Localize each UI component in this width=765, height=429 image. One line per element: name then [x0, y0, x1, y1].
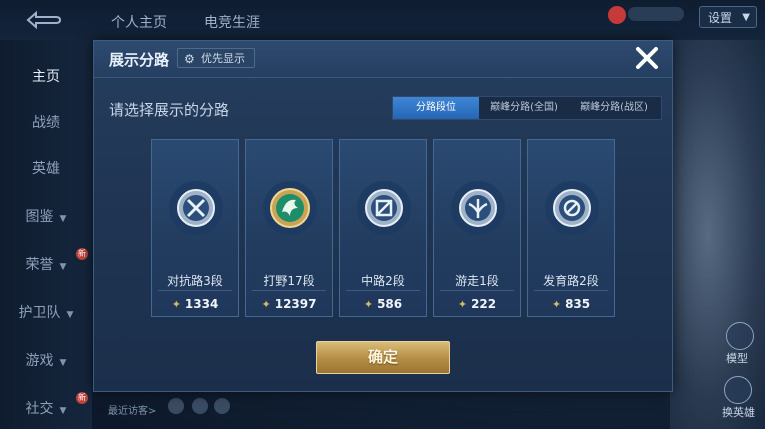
swap-hero-label[interactable]: 换英雄 [722, 404, 755, 420]
notification-pill[interactable] [628, 7, 684, 21]
score-icon: ✦ [363, 298, 374, 311]
tab-label: 巅峰分路(全国) [490, 102, 558, 113]
score-icon: ✦ [171, 298, 181, 311]
avatar[interactable] [608, 6, 626, 24]
lane-card[interactable]: 游走1段 ✦ 222 [433, 139, 521, 317]
gear-icon: ⚙ [184, 52, 195, 66]
lane-rank: 发育路2段 [543, 274, 599, 288]
chevron-down-icon: ▼ [742, 12, 750, 23]
sidebar-item-label: 社交 [25, 401, 54, 417]
tab-peak-region[interactable]: 巅峰分路(战区) [569, 97, 659, 119]
dialog-header: 展示分路 ⚙ 优先显示 [94, 41, 672, 78]
tab-personal-home[interactable]: 个人主页 [111, 12, 167, 32]
score-value: 1334 [184, 297, 219, 311]
lane-score: ✦ 12397 [246, 297, 332, 311]
confirm-button[interactable]: 确定 [316, 341, 450, 374]
back-arrow-icon[interactable] [22, 10, 64, 30]
divider [534, 290, 608, 291]
divider [252, 290, 326, 291]
sidebar-item-label: 游戏 [25, 353, 54, 369]
farm-lane-emblem-icon [545, 181, 599, 235]
sidebar-item[interactable]: 英雄 [0, 158, 92, 178]
lane-card[interactable]: 中路2段 ✦ 586 [339, 139, 427, 317]
lane-display-dialog: 展示分路 ⚙ 优先显示 请选择展示的分路 分路段位 巅峰分路(全国) 巅峰分路(… [93, 40, 673, 392]
sidebar-item[interactable]: 护卫队 ▼ [0, 302, 92, 322]
visitor-avatar[interactable] [168, 398, 184, 414]
chevron-down-icon: ▼ [66, 310, 74, 320]
score-value: 586 [377, 297, 403, 311]
lane-card[interactable]: 发育路2段 ✦ 835 [527, 139, 615, 317]
swap-hero-icon[interactable] [724, 376, 752, 404]
lane-score: ✦ 835 [528, 297, 614, 311]
model-icon[interactable] [726, 322, 754, 350]
new-badge: 新 [76, 248, 88, 260]
chevron-down-icon: ▼ [59, 406, 67, 416]
tab-esports-career[interactable]: 电竞生涯 [204, 12, 260, 32]
chevron-down-icon: ▼ [59, 262, 67, 272]
tab-lane-rank[interactable]: 分路段位 [393, 97, 479, 119]
visitor-avatar[interactable] [214, 398, 230, 414]
tab-label: 巅峰分路(战区) [580, 102, 648, 113]
sidebar-item-label: 图鉴 [25, 209, 54, 225]
new-badge: 新 [76, 392, 88, 404]
settings-button[interactable]: 设置 ▼ [699, 6, 757, 28]
chevron-down-icon: ▼ [59, 214, 67, 224]
sidebar [0, 40, 92, 429]
sidebar-item[interactable]: 图鉴 ▼ [0, 206, 92, 226]
priority-display-button[interactable]: ⚙ 优先显示 [177, 48, 255, 68]
jungle-emblem-icon [263, 181, 317, 235]
sidebar-item[interactable]: 战绩 [0, 112, 92, 132]
sidebar-item[interactable]: 荣誉 ▼ 新 [0, 248, 92, 274]
sidebar-item-label: 荣誉 [25, 257, 54, 273]
lane-tabs: 分路段位 巅峰分路(全国) 巅峰分路(战区) [392, 96, 662, 120]
hero-preview [670, 40, 765, 429]
lane-rank: 对抗路3段 [167, 274, 223, 288]
score-value: 12397 [274, 297, 317, 311]
sidebar-item-label: 护卫队 [18, 305, 61, 321]
lane-score: ✦ 586 [340, 297, 426, 311]
divider [440, 290, 514, 291]
dialog-title: 展示分路 [109, 51, 170, 69]
score-value: 835 [565, 297, 591, 311]
score-icon: ✦ [551, 298, 562, 311]
score-icon: ✦ [457, 298, 468, 311]
priority-display-label: 优先显示 [201, 52, 245, 65]
sidebar-item-label: 英雄 [32, 161, 60, 177]
sidebar-item[interactable]: 主页 [0, 66, 92, 86]
clash-lane-emblem-icon [169, 181, 223, 235]
lane-rank: 打野17段 [263, 274, 315, 288]
divider [346, 290, 420, 291]
tab-peak-national[interactable]: 巅峰分路(全国) [479, 97, 569, 119]
lane-rank: 中路2段 [361, 274, 405, 288]
score-value: 222 [471, 297, 497, 311]
divider [158, 290, 232, 291]
lane-card[interactable]: 打野17段 ✦ 12397 [245, 139, 333, 317]
dialog-subtitle: 请选择展示的分路 [109, 101, 230, 119]
score-icon: ✦ [261, 298, 271, 311]
recent-visitors-link[interactable]: 最近访客> [108, 402, 156, 417]
roam-emblem-icon [451, 181, 505, 235]
lane-score: ✦ 1334 [152, 297, 238, 311]
chevron-down-icon: ▼ [59, 358, 67, 368]
mid-lane-emblem-icon [357, 181, 411, 235]
tab-label: 分路段位 [416, 102, 456, 113]
settings-label: 设置 [708, 11, 733, 25]
visitor-avatar[interactable] [192, 398, 208, 414]
lane-rank: 游走1段 [455, 274, 499, 288]
model-label[interactable]: 模型 [726, 350, 748, 366]
lane-score: ✦ 222 [434, 297, 520, 311]
lane-card[interactable]: 对抗路3段 ✦ 1334 [151, 139, 239, 317]
sidebar-item-label: 主页 [32, 69, 60, 85]
sidebar-item[interactable]: 社交 ▼ 新 [0, 392, 92, 418]
sidebar-item-label: 战绩 [32, 115, 60, 131]
sidebar-item[interactable]: 游戏 ▼ [0, 350, 92, 370]
close-icon[interactable] [632, 43, 662, 73]
